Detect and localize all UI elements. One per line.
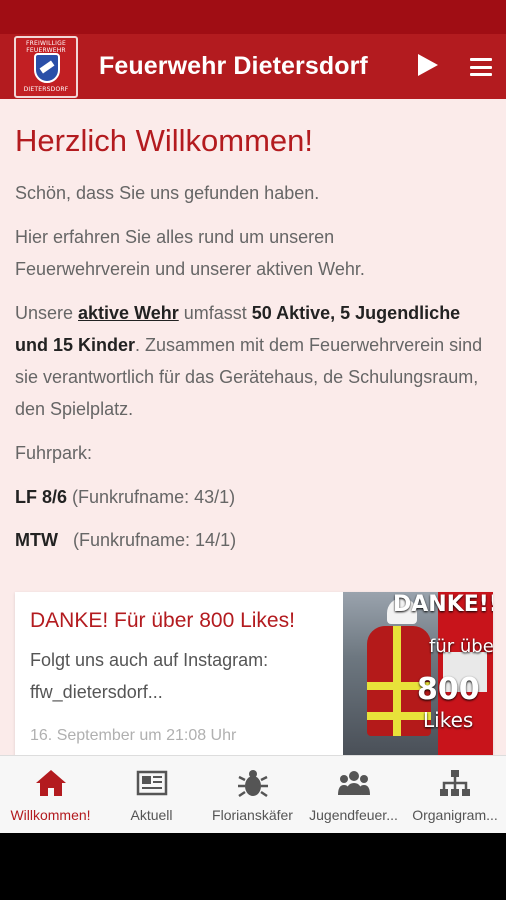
news-card-text: Folgt uns auch auf Instagram: ffw_dieter… xyxy=(30,650,269,702)
main-content[interactable]: Herzlich Willkommen! Schön, dass Sie uns… xyxy=(0,99,506,755)
intro-paragraph: Schön, dass Sie uns gefunden haben. xyxy=(15,183,320,203)
image-text-likes: Likes xyxy=(423,708,474,732)
nav-item-florianskaefer[interactable]: Florianskäfer xyxy=(202,756,303,834)
play-icon[interactable] xyxy=(418,54,438,76)
reflective-stripe xyxy=(393,626,401,736)
nav-label: Jugendfeuer... xyxy=(309,807,398,823)
news-card[interactable]: DANKE! Für über 800 Likes! Folgt uns auc… xyxy=(15,592,493,755)
image-text-fuer-ueber: für über xyxy=(429,636,493,657)
newspaper-icon xyxy=(136,770,167,796)
members-prefix: Unsere xyxy=(15,303,79,323)
nav-label: Florianskäfer xyxy=(212,807,293,823)
about-line-2: Feuerwehrverein und unserer aktiven Wehr… xyxy=(15,259,365,279)
nav-label: Organigram... xyxy=(412,807,498,823)
hamburger-menu-icon[interactable] xyxy=(470,58,492,76)
news-card-title: DANKE! Für über 800 Likes! xyxy=(30,609,295,632)
beetle-icon xyxy=(237,770,268,798)
about-paragraph: Hier erfahren Sie alles rund um unseren … xyxy=(15,221,495,285)
vehicle-row-1: LF 8/6 (Funkrufname: 43/1) xyxy=(15,481,495,513)
nav-item-willkommen[interactable]: Willkommen! xyxy=(0,756,101,834)
page-title: Herzlich Willkommen! xyxy=(15,123,313,158)
image-text-800: 800 xyxy=(417,672,480,707)
status-bar xyxy=(0,0,506,34)
bottom-navigation: Willkommen! Aktuell Florianskäfer Jugend… xyxy=(0,755,506,833)
fire-department-logo[interactable]: FREIWILLIGE FEUERWEHR DIETERSDORF xyxy=(14,36,78,98)
nav-label: Aktuell xyxy=(130,807,173,823)
vehicle-row-2: MTW (Funkrufname: 14/1) xyxy=(15,524,495,556)
nav-item-aktuell[interactable]: Aktuell xyxy=(101,756,202,834)
news-card-image: DANKE!!! für über 800 Likes xyxy=(343,592,493,755)
nav-label: Willkommen! xyxy=(10,807,91,823)
about-line-1: Hier erfahren Sie alles rund um unseren xyxy=(15,227,335,247)
app-title: Feuerwehr Dietersdorf xyxy=(99,52,368,80)
vehicle-name: MTW xyxy=(15,530,58,550)
vehicle-name: LF 8/6 xyxy=(15,487,68,507)
members-paragraph: Unsere aktive Wehr umfasst 50 Aktive, 5 … xyxy=(15,297,495,425)
image-text-danke: DANKE!!! xyxy=(393,592,493,617)
vehicle-callsign: (Funkrufname: 43/1) xyxy=(72,487,236,507)
nav-item-organigramm[interactable]: Organigram... xyxy=(404,756,506,834)
nav-item-jugendfeuerwehr[interactable]: Jugendfeuer... xyxy=(303,756,404,834)
system-navigation-bar xyxy=(0,833,506,900)
members-mid: umfasst xyxy=(178,303,252,323)
fuhrpark-label: Fuhrpark: xyxy=(15,443,93,463)
logo-text-bottom: DIETERSDORF xyxy=(23,86,69,93)
logo-text-top: FREIWILLIGE FEUERWEHR xyxy=(26,40,66,54)
home-icon xyxy=(35,770,66,796)
vehicle-callsign: (Funkrufname: 14/1) xyxy=(73,530,237,550)
org-chart-icon xyxy=(440,770,470,796)
aktive-wehr-link[interactable]: aktive Wehr xyxy=(78,303,179,323)
app-bar: FREIWILLIGE FEUERWEHR DIETERSDORF Feuerw… xyxy=(0,34,506,99)
group-icon xyxy=(337,771,370,795)
news-card-date: 16. September um 21:08 Uhr xyxy=(30,727,237,744)
shield-icon xyxy=(34,53,60,83)
